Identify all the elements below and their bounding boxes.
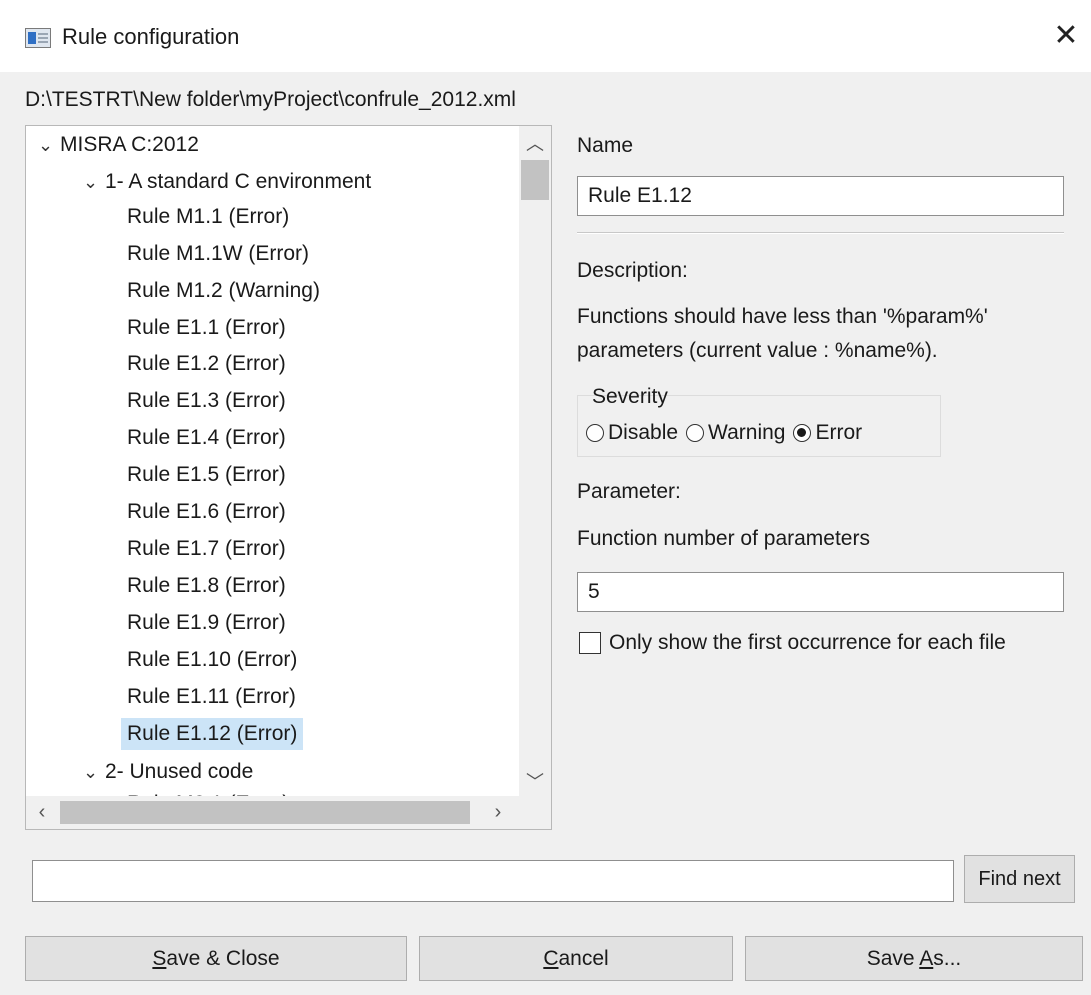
severity-label: Severity [592,385,668,408]
tree-item-rule[interactable]: Rule E1.2 (Error) [127,348,286,380]
tree-item-rule[interactable]: Rule E1.8 (Error) [127,570,286,602]
severity-disable-option[interactable]: Disable [586,421,678,445]
tree-item-rule-selected[interactable]: Rule E1.12 (Error) [121,718,304,750]
arrow-up-icon[interactable]: ︿ [519,128,551,160]
tree-item-rule[interactable]: Rule M1.2 (Warning) [127,275,320,307]
radio-button[interactable] [686,424,705,442]
tree-item-rule[interactable]: Rule E1.11 (Error) [127,681,296,713]
checkbox[interactable] [579,632,601,654]
radio-button-selected[interactable] [793,424,812,442]
tree-node-root[interactable]: ⌄ MISRA C:2012 [38,129,199,161]
chevron-down-icon[interactable]: ⌄ [83,756,105,788]
arrow-left-icon[interactable]: ‹ [26,796,58,829]
radio-button[interactable] [586,424,604,442]
scroll-thumb[interactable] [60,801,470,824]
tree-item-rule[interactable]: Rule E1.5 (Error) [127,459,286,491]
tree-item-rule[interactable]: Rule E1.10 (Error) [127,644,297,676]
description-text-line-2: parameters (current value : %name%). [577,339,938,362]
tree-item-rule[interactable]: Rule E1.4 (Error) [127,422,286,454]
save-close-button[interactable]: Save & Close [25,936,407,981]
parameter-value-input[interactable] [577,572,1064,612]
tree-item-rule[interactable]: Rule E1.1 (Error) [127,312,286,344]
severity-error-option[interactable]: Error [793,421,862,445]
app-icon [25,28,51,48]
save-as-button[interactable]: Save As... [745,936,1083,981]
config-file-path: D:\TESTRT\New folder\myProject\confrule_… [25,88,516,111]
close-icon[interactable]: ✕ [1048,18,1084,54]
tree-horizontal-scrollbar[interactable]: ‹ › [26,796,551,829]
window-title: Rule configuration [62,24,240,49]
search-input[interactable] [32,860,954,902]
tree-node-group-1[interactable]: ⌄ 1- A standard C environment [83,166,371,198]
parameter-name-label: Function number of parameters [577,527,870,550]
scrollbar-corner [519,796,551,829]
arrow-down-icon[interactable]: ﹀ [519,766,551,798]
chevron-down-icon[interactable]: ⌄ [83,166,105,198]
scroll-thumb[interactable] [521,160,549,200]
name-input[interactable] [577,176,1064,216]
description-text-line-1: Functions should have less than '%param%… [577,305,988,328]
cancel-button[interactable]: Cancel [419,936,733,981]
rule-tree[interactable]: ⌄ MISRA C:2012 ⌄ 1- A standard C environme… [25,125,552,830]
only-first-occurrence-option[interactable]: Only show the first occurrence for each … [579,631,1006,655]
description-label: Description: [577,259,688,282]
rule-configuration-dialog: Rule configuration ✕ D:\TESTRT\New folde… [0,0,1091,995]
tree-item-rule[interactable]: Rule E1.9 (Error) [127,607,286,639]
tree-item-rule[interactable]: Rule E1.3 (Error) [127,385,286,417]
chevron-down-icon[interactable]: ⌄ [38,129,60,161]
severity-warning-option[interactable]: Warning [686,421,785,445]
tree-item-rule[interactable]: Rule M1.1 (Error) [127,201,289,233]
severity-radio-row: Disable Warning Error [586,421,870,445]
parameter-label: Parameter: [577,480,681,503]
separator [577,232,1064,234]
tree-node-group-2[interactable]: ⌄ 2- Unused code [83,756,253,788]
find-next-button[interactable]: Find next [964,855,1075,903]
title-bar: Rule configuration ✕ [0,0,1091,72]
tree-item-rule[interactable]: Rule E1.6 (Error) [127,496,286,528]
name-label: Name [577,134,634,157]
tree-vertical-scrollbar[interactable]: ︿ ﹀ [519,126,551,796]
tree-item-rule[interactable]: Rule E1.7 (Error) [127,533,286,565]
tree-item-rule[interactable]: Rule M1.1W (Error) [127,238,309,270]
arrow-right-icon[interactable]: › [482,796,514,829]
